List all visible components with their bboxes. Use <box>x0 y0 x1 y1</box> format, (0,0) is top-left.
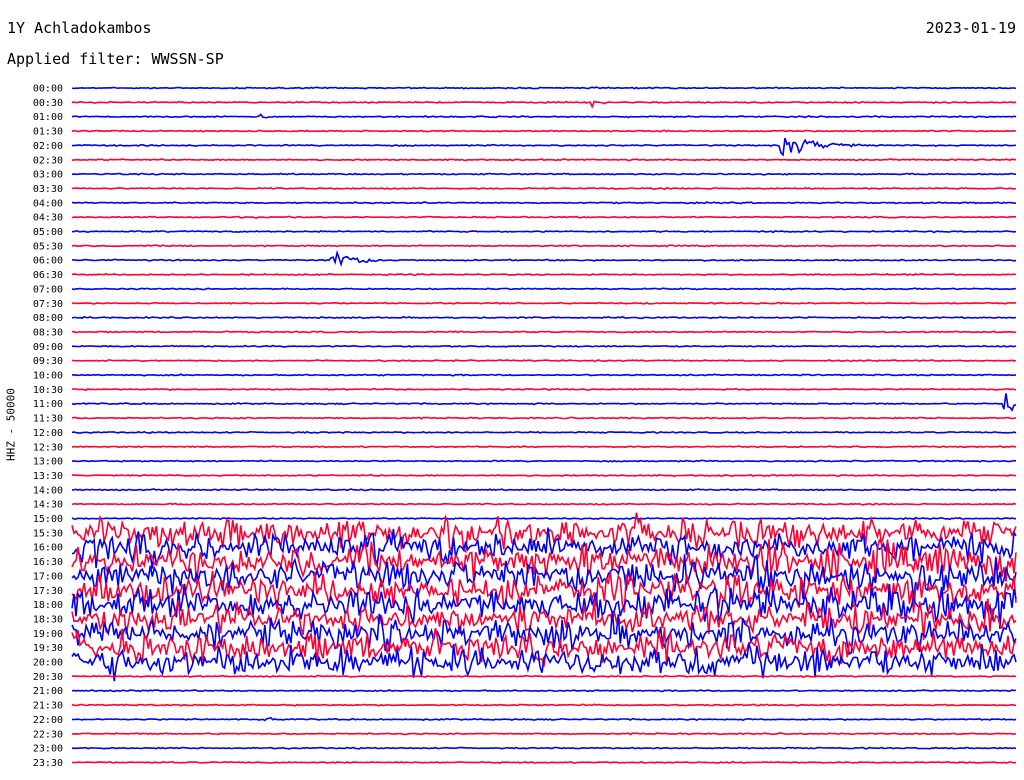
tick-label: 06:30 <box>33 270 63 281</box>
tick-label: 16:00 <box>33 543 63 554</box>
trace-row <box>71 244 1017 248</box>
tick-label: 15:30 <box>33 528 63 539</box>
tick-label: 16:30 <box>33 557 63 568</box>
trace-row <box>71 158 1016 162</box>
trace-row <box>71 330 1017 334</box>
trace-row <box>71 172 1017 176</box>
trace-row <box>71 674 1017 679</box>
trace-row <box>71 86 1017 90</box>
trace-row <box>71 113 1017 119</box>
tick-label: 10:00 <box>33 371 63 382</box>
trace-row <box>72 473 1017 478</box>
tick-label: 13:00 <box>33 457 63 468</box>
tick-label: 13:30 <box>33 471 63 482</box>
tick-label: 07:30 <box>33 299 63 310</box>
tick-label: 05:00 <box>33 227 63 238</box>
trace-row <box>71 287 1017 291</box>
seismogram-plot: 00:00 00:30 01:00 01:30 02:00 02:30 03:00 03:30… <box>33 84 1017 769</box>
trace-row <box>71 689 1017 693</box>
tick-label: 12:00 <box>33 428 63 439</box>
trace-row <box>71 488 1017 492</box>
tick-label: 00:00 <box>33 84 63 95</box>
trace-row <box>71 129 1017 133</box>
trace-row <box>72 137 1017 157</box>
trace-group <box>71 86 1017 765</box>
trace-row <box>71 416 1017 420</box>
tick-label: 15:00 <box>33 514 63 525</box>
tick-label: 02:00 <box>33 141 63 152</box>
tick-label: 19:30 <box>33 643 63 654</box>
trace-row <box>71 229 1017 234</box>
tick-label: 07:00 <box>33 284 63 295</box>
tick-label: 02:30 <box>33 155 63 166</box>
tick-label: 22:30 <box>33 729 63 740</box>
tick-label: 20:30 <box>33 672 63 683</box>
trace-row <box>71 516 1017 521</box>
tick-label: 21:30 <box>33 701 63 712</box>
tick-label: 17:00 <box>33 571 63 582</box>
tick-label: 12:30 <box>33 442 63 453</box>
trace-row <box>71 315 1017 320</box>
tick-label: 17:30 <box>33 586 63 597</box>
trace-row <box>71 732 1017 736</box>
trace-row <box>71 387 1017 392</box>
tick-label: 05:30 <box>33 241 63 252</box>
trace-row <box>71 393 1017 412</box>
tick-label: 00:30 <box>33 98 63 109</box>
trace-row <box>71 249 1017 268</box>
trace-row <box>71 301 1017 305</box>
tick-label: 08:00 <box>33 313 63 324</box>
tick-label: 18:00 <box>33 600 63 611</box>
tick-label: 09:00 <box>33 342 63 353</box>
tick-label: 06:00 <box>33 256 63 267</box>
tick-label: 01:30 <box>33 127 63 138</box>
trace-row <box>71 100 1017 109</box>
trace-row <box>71 445 1017 449</box>
tick-label: 14:00 <box>33 485 63 496</box>
tick-label-group: 00:00 00:30 01:00 01:30 02:00 02:30 03:00 03:30… <box>33 84 63 769</box>
tick-label: 14:30 <box>33 500 63 511</box>
trace-row <box>71 272 1017 277</box>
tick-label: 03:30 <box>33 184 63 195</box>
trace-row <box>71 215 1016 219</box>
tick-label: 10:30 <box>33 385 63 396</box>
tick-label: 04:30 <box>33 213 63 224</box>
tick-label: 23:00 <box>33 744 63 755</box>
tick-label: 18:30 <box>33 614 63 625</box>
trace-row <box>71 502 1017 506</box>
trace-row <box>71 373 1017 377</box>
tick-label: 11:30 <box>33 414 63 425</box>
tick-label: 03:00 <box>33 170 63 181</box>
tick-label: 22:00 <box>33 715 63 726</box>
tick-label: 11:00 <box>33 399 63 410</box>
trace-row <box>71 430 1017 435</box>
tick-label: 09:30 <box>33 356 63 367</box>
tick-label: 21:00 <box>33 686 63 697</box>
trace-row <box>71 359 1017 363</box>
trace-row <box>71 760 1017 765</box>
trace-row <box>71 186 1017 191</box>
trace-row <box>71 201 1017 205</box>
tick-label: 20:00 <box>33 658 63 669</box>
tick-label: 08:30 <box>33 327 63 338</box>
trace-row <box>71 703 1017 707</box>
trace-row <box>71 716 1017 722</box>
tick-label: 23:30 <box>33 758 63 769</box>
tick-label: 01:00 <box>33 112 63 123</box>
trace-row <box>71 746 1017 750</box>
tick-label: 19:00 <box>33 629 63 640</box>
trace-row <box>71 344 1017 348</box>
tick-label: 04:00 <box>33 198 63 209</box>
trace-row <box>71 459 1017 463</box>
